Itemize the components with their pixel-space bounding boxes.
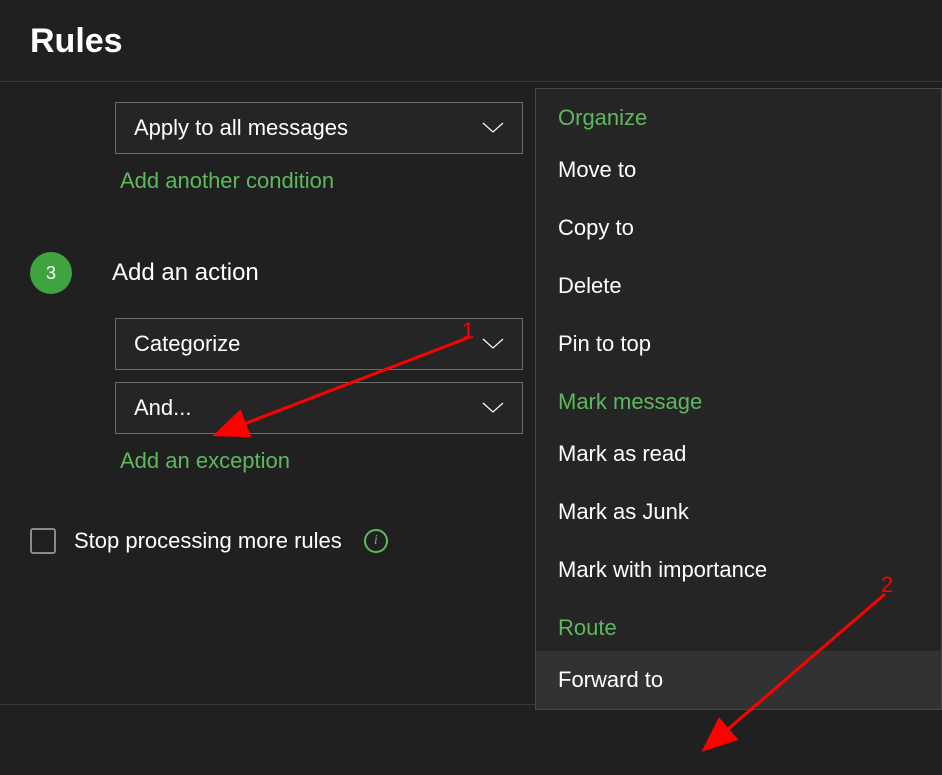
- stop-processing-checkbox[interactable]: [30, 528, 56, 554]
- chevron-down-icon: [482, 121, 504, 135]
- action-dropdown-categorize[interactable]: Categorize: [115, 318, 523, 370]
- page-title: Rules: [30, 22, 912, 61]
- menu-item-mark-as-read[interactable]: Mark as read: [536, 425, 941, 483]
- step-number-badge: 3: [30, 252, 72, 294]
- stop-processing-label: Stop processing more rules: [74, 528, 342, 554]
- action-menu-popup: Organize Move to Copy to Delete Pin to t…: [535, 88, 942, 710]
- chevron-down-icon: [482, 401, 504, 415]
- action-dropdown-and[interactable]: And...: [115, 382, 523, 434]
- menu-item-copy-to[interactable]: Copy to: [536, 199, 941, 257]
- action-dropdown-label: Categorize: [134, 331, 240, 357]
- header: Rules: [0, 0, 942, 81]
- menu-item-pin-to-top[interactable]: Pin to top: [536, 315, 941, 373]
- add-exception-link[interactable]: Add an exception: [115, 434, 290, 482]
- menu-item-delete[interactable]: Delete: [536, 257, 941, 315]
- stop-processing-row: Stop processing more rules i: [0, 528, 535, 554]
- menu-group-mark-message: Mark message: [536, 373, 941, 425]
- action-step-row: 3 Add an action: [0, 252, 535, 294]
- menu-group-organize: Organize: [536, 89, 941, 141]
- action-section-title: Add an action: [112, 259, 259, 287]
- condition-dropdown[interactable]: Apply to all messages: [115, 102, 523, 154]
- rules-editor-panel: Apply to all messages Add another condit…: [0, 92, 535, 554]
- action-dropdown-label: And...: [134, 395, 191, 421]
- condition-dropdown-label: Apply to all messages: [134, 115, 348, 141]
- bottom-divider: [0, 704, 535, 705]
- menu-item-move-to[interactable]: Move to: [536, 141, 941, 199]
- menu-group-route: Route: [536, 599, 941, 651]
- menu-item-mark-with-importance[interactable]: Mark with importance: [536, 541, 941, 599]
- chevron-down-icon: [482, 337, 504, 351]
- add-condition-link[interactable]: Add another condition: [115, 154, 334, 202]
- menu-item-mark-as-junk[interactable]: Mark as Junk: [536, 483, 941, 541]
- info-icon[interactable]: i: [364, 529, 388, 553]
- menu-item-forward-to[interactable]: Forward to: [536, 651, 941, 709]
